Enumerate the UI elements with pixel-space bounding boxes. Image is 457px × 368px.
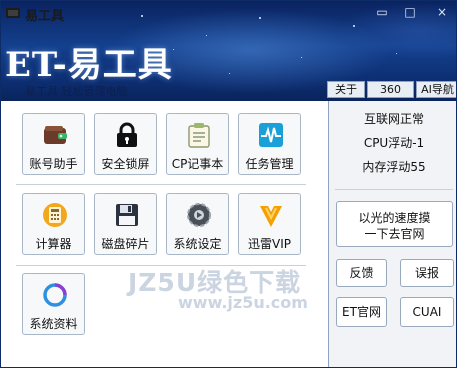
status-panel: 互联网正常 CPU浮动-1 内存浮动55 以光的速度摸 一下去官网 反馈 误报 … [328, 101, 456, 367]
gear-icon [187, 203, 211, 227]
security-lock-button[interactable]: 安全锁屏 [94, 113, 157, 175]
app-window: 易工具 ▭ □ × ET-易工具 易工具 轻松管理电脑 关于 360 AI导航 … [0, 0, 457, 368]
feedback-button[interactable]: 反馈 [336, 259, 387, 287]
star-decoration [259, 17, 261, 19]
speed-button-line1: 以光的速度摸 [358, 211, 431, 225]
section-divider [16, 184, 306, 186]
pulse-icon [259, 123, 283, 147]
tile-label: 账号助手 [29, 157, 78, 171]
watermark-text: JZ5U绿色下载 [128, 268, 302, 297]
star-decoration [173, 49, 174, 50]
notepad-icon [188, 123, 210, 148]
panel-separator [335, 189, 453, 190]
tab-360[interactable]: 360 [367, 81, 414, 98]
cuai-button[interactable]: CUAI [400, 297, 454, 327]
tile-label: 安全锁屏 [101, 157, 150, 171]
tile-label: 迅雷VIP [248, 237, 291, 251]
thunder-icon [260, 206, 282, 227]
network-status: 互联网正常 [363, 112, 424, 126]
brand-title: ET-易工具 [5, 45, 173, 85]
memory-status: 内存浮动55 [362, 160, 426, 174]
watermark-url: www.jz5u.com [178, 293, 308, 312]
tile-label: 系统设定 [173, 237, 222, 251]
star-decoration [353, 25, 355, 27]
cp-notepad-button[interactable]: CP记事本 [166, 113, 229, 175]
tab-about[interactable]: 关于 [327, 81, 365, 98]
app-icon [6, 8, 20, 18]
system-info-button[interactable]: 系统资料 [22, 273, 85, 335]
star-decoration [141, 15, 143, 17]
tile-label: CP记事本 [171, 157, 224, 171]
close-icon[interactable]: × [431, 4, 453, 20]
thunder-vip-button[interactable]: 迅雷VIP [238, 193, 301, 255]
task-manager-button[interactable]: 任务管理 [238, 113, 301, 175]
tool-grid: 账号助手 安全锁屏 CP记事本 任务管理 计算器 磁盘碎片 系统设定 迅雷VIP… [8, 101, 326, 367]
tile-label: 系统资料 [29, 317, 78, 331]
account-helper-button[interactable]: 账号助手 [22, 113, 85, 175]
floppy-disk-icon [116, 204, 138, 226]
cpu-status: CPU浮动-1 [363, 136, 425, 150]
star-decoration [206, 35, 207, 36]
tile-label: 计算器 [35, 237, 72, 251]
speed-button-line2: 一下去官网 [364, 227, 425, 241]
calculator-button[interactable]: 计算器 [22, 193, 85, 255]
false-report-button[interactable]: 误报 [400, 259, 454, 287]
tile-label: 磁盘碎片 [101, 237, 150, 251]
et-website-button[interactable]: ET官网 [336, 297, 387, 327]
disk-defrag-button[interactable]: 磁盘碎片 [94, 193, 157, 255]
tab-ai-navigation[interactable]: AI导航 [416, 81, 456, 98]
section-divider [16, 265, 306, 267]
star-decoration [229, 73, 230, 74]
wallet-icon [44, 126, 67, 144]
star-decoration [301, 57, 302, 58]
maximize-icon[interactable]: □ [399, 4, 421, 20]
star-decoration [396, 53, 397, 54]
visit-official-site-button[interactable]: 以光的速度摸 一下去官网 [336, 201, 453, 247]
minimize-icon[interactable]: ▭ [371, 4, 393, 20]
lock-icon [117, 122, 137, 147]
system-settings-button[interactable]: 系统设定 [166, 193, 229, 255]
brand-slogan: 易工具 轻松管理电脑 [25, 85, 128, 98]
watermark: JZ5U绿色下载 www.jz5u.com [128, 263, 338, 318]
window-title: 易工具 [25, 9, 65, 24]
main-area: 账号助手 安全锁屏 CP记事本 任务管理 计算器 磁盘碎片 系统设定 迅雷VIP… [1, 101, 456, 367]
tile-label: 任务管理 [245, 157, 294, 171]
header-banner: 易工具 ▭ □ × ET-易工具 易工具 轻松管理电脑 关于 360 AI导航 [1, 1, 456, 101]
ring-icon [43, 283, 67, 307]
calculator-icon [43, 203, 67, 227]
